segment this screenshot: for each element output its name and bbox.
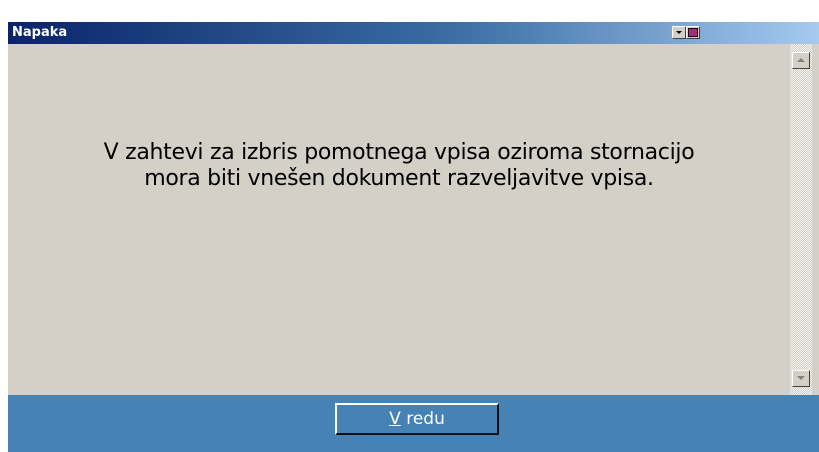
ok-button[interactable]: V redu [335,403,499,435]
title-bar[interactable]: Napaka [8,22,819,44]
vertical-scrollbar[interactable] [790,44,812,395]
restore-icon[interactable] [686,26,700,39]
scroll-down-arrow-icon[interactable] [792,370,810,387]
error-message: V zahtevi za izbris pomotnega vpisa ozir… [8,140,790,192]
window-title: Napaka [12,25,68,40]
ok-button-accesskey: V [389,409,401,429]
error-dialog: Napaka V zahtevi za izbris pomotnega vpi… [8,22,819,452]
error-message-line-1: V zahtevi za izbris pomotnega vpisa ozir… [103,140,695,165]
scroll-up-arrow-icon[interactable] [792,52,810,69]
dialog-footer: V redu [8,395,819,452]
message-area: V zahtevi za izbris pomotnega vpisa ozir… [8,44,790,395]
dropdown-arrow-icon[interactable] [672,26,686,39]
error-message-line-2: mora biti vnešen dokument razveljavitve … [144,166,654,191]
ok-button-label: redu [400,409,445,429]
